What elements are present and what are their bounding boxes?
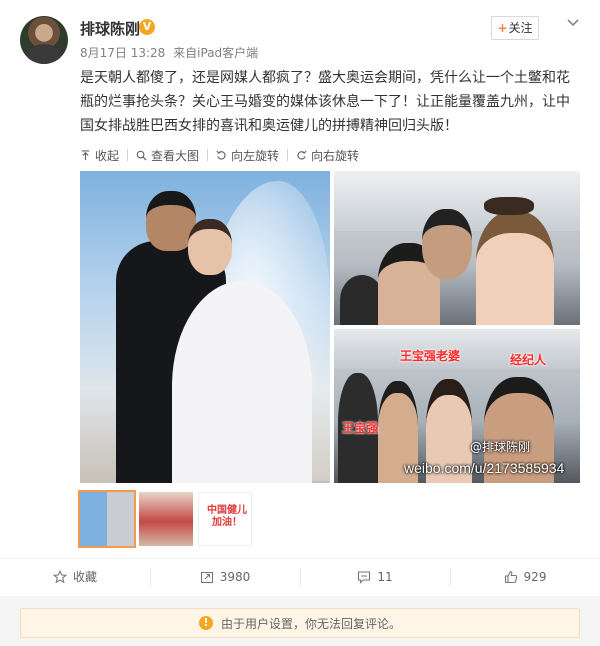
comment-button[interactable]: 11: [300, 559, 450, 595]
username[interactable]: 排球陈刚: [80, 18, 140, 39]
group-selfie-photo[interactable]: [334, 171, 580, 325]
divider: [287, 149, 289, 161]
photo-label-wang: 王宝强: [342, 421, 379, 435]
photo-label-agent: 经纪人: [510, 353, 547, 367]
post-date[interactable]: 8月17日 13:28: [80, 46, 165, 60]
media-toolbar: 收起 查看大图 向左旋转 向右旋转: [80, 145, 359, 165]
avatar[interactable]: [20, 16, 68, 64]
rotate-right-label: 向右旋转: [311, 148, 360, 163]
thumbnail-2[interactable]: [139, 492, 193, 546]
wedding-photo[interactable]: [80, 171, 330, 483]
thumbs-up-icon: [504, 570, 517, 583]
rotate-left-icon: [216, 150, 226, 160]
repost-count: 3980: [219, 569, 251, 584]
post-source[interactable]: iPad客户端: [197, 46, 258, 60]
thumbnail-3-text: 中国健儿加油！: [207, 505, 247, 528]
divider: [127, 149, 129, 161]
thumbnail-3[interactable]: 中国健儿加油！: [198, 492, 252, 546]
notice-text: 由于用户设置，你无法回复评论。: [220, 616, 401, 631]
view-large-label: 查看大图: [151, 148, 200, 163]
repost-button[interactable]: 3980: [150, 559, 300, 595]
source-prefix: 来自: [173, 46, 198, 60]
comment-count: 11: [377, 569, 393, 584]
thumbnail-1[interactable]: [78, 490, 136, 548]
bride-head: [188, 219, 232, 275]
post-header: 排球陈刚 V 8月17日 13:28 来自iPad客户端 +关注: [0, 0, 600, 70]
rotate-left-button[interactable]: 向左旋转: [216, 147, 279, 164]
rotate-left-label: 向左旋转: [231, 148, 280, 163]
chevron-down-icon[interactable]: [566, 16, 580, 30]
favorite-button[interactable]: 收藏: [0, 559, 150, 595]
divider: [207, 149, 209, 161]
magnifier-icon: [136, 150, 147, 161]
rotate-right-icon: [297, 150, 307, 160]
like-count: 929: [523, 569, 547, 584]
collapse-label: 收起: [95, 148, 120, 163]
view-large-button[interactable]: 查看大图: [136, 147, 199, 164]
post-text: 是天朝人都傻了，还是网媒人都疯了？盛大奥运会期间，凭什么让一个土鳖和花瓶的烂事抢…: [80, 70, 570, 134]
action-bar: 收藏 3980 11 929: [0, 558, 600, 594]
alert-icon: !: [198, 616, 213, 630]
thumbnail-strip: 中国健儿加油！: [78, 490, 252, 548]
person-3: [422, 209, 472, 279]
reply-disabled-notice: ! 由于用户设置，你无法回复评论。: [20, 608, 580, 638]
rotate-right-button[interactable]: 向右旋转: [296, 147, 359, 164]
v-verified-icon: V: [139, 19, 155, 35]
sunglasses-accessory: [484, 197, 534, 215]
follow-label: 关注: [508, 21, 533, 35]
follow-button[interactable]: +关注: [491, 16, 539, 40]
post-meta: 8月17日 13:28 来自iPad客户端: [80, 44, 262, 61]
collapse-button[interactable]: 收起: [80, 147, 119, 164]
collapse-up-icon: [81, 149, 90, 160]
plus-icon: +: [497, 21, 508, 35]
watermark-handle: @排球陈刚: [470, 440, 531, 454]
favorite-label: 收藏: [72, 570, 97, 584]
photo-label-wife: 王宝强老婆: [400, 349, 461, 363]
comment-icon: [358, 570, 371, 584]
star-icon: [52, 569, 67, 583]
repost-icon: [200, 571, 213, 583]
watermark-url: weibo.com/u/2173585934: [404, 460, 565, 476]
like-button[interactable]: 929: [450, 559, 600, 595]
bride-dress: [172, 281, 312, 483]
person-4: [476, 211, 554, 325]
